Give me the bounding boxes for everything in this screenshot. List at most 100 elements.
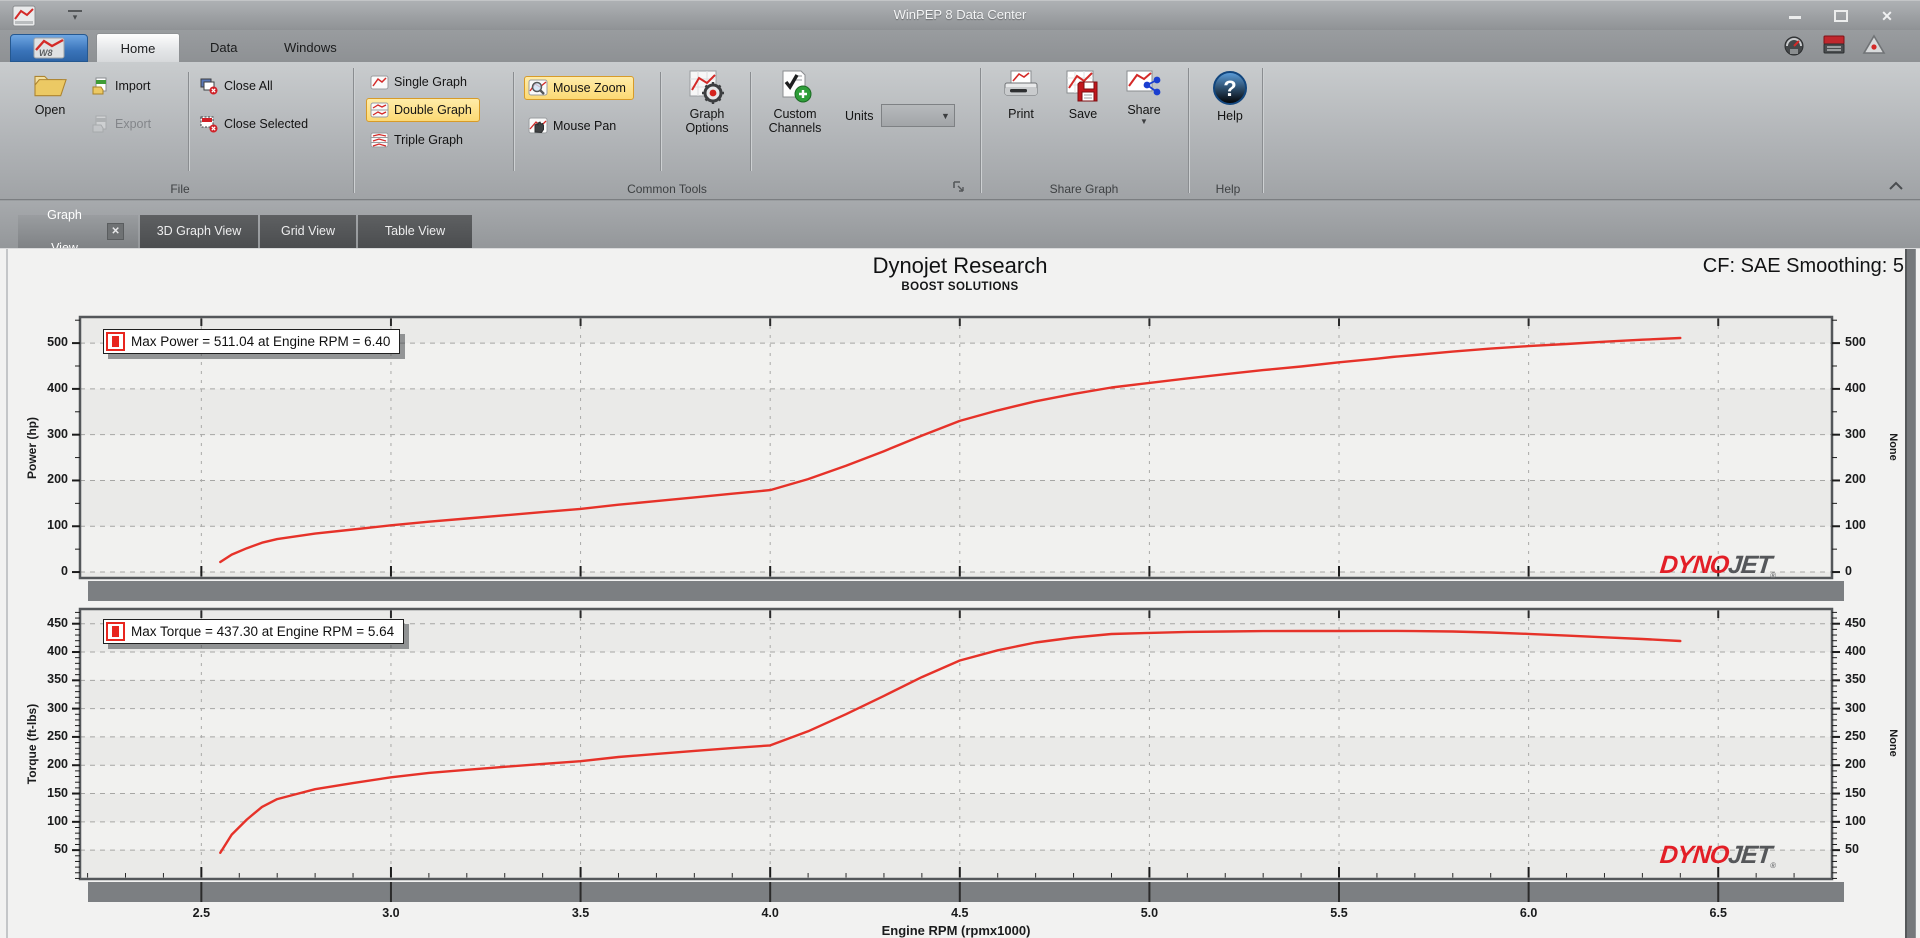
y-axis-tick-label-right: 400 <box>1845 644 1866 659</box>
close-all-label: Close All <box>224 79 273 93</box>
tab-3d-graph-view[interactable]: 3D Graph View <box>140 215 258 248</box>
x-axis-tick-label: 6.5 <box>1709 906 1727 920</box>
ribbon-group-separator <box>980 68 981 193</box>
mouse-pan-button[interactable]: Mouse Pan <box>528 114 616 138</box>
graph-options-label-2: Options <box>685 121 729 135</box>
power-chart-canvas[interactable] <box>70 315 1852 606</box>
save-icon <box>1066 70 1098 102</box>
file-group-label: File <box>170 182 190 196</box>
ribbon: Open Import Export Close All Close Selec… <box>0 62 1920 200</box>
print-icon <box>1004 70 1038 96</box>
close-all-button[interactable]: Close All <box>200 74 273 98</box>
custom-channels-icon <box>782 70 812 103</box>
export-button[interactable]: Export <box>92 112 151 136</box>
y-axis-tick-label-right: 300 <box>1845 700 1866 715</box>
dyno-device-icon[interactable] <box>1822 33 1846 57</box>
share-label: Share <box>1127 103 1161 117</box>
single-graph-button[interactable]: Single Graph <box>370 70 467 94</box>
open-button[interactable]: Open <box>20 70 80 117</box>
y-axis-tick-label-right: 500 <box>1845 335 1866 350</box>
export-csv-icon <box>92 115 107 133</box>
winpep-logo-icon: W8 <box>33 37 65 59</box>
y-axis-tick-label-right: 350 <box>1845 672 1866 687</box>
y-axis-tick-label: 0 <box>61 564 68 579</box>
common-tools-group-label: Common Tools <box>627 182 707 196</box>
mouse-zoom-label: Mouse Zoom <box>553 81 626 95</box>
x-axis-tick-label: 5.0 <box>1140 906 1159 920</box>
ribbon-separator <box>660 72 661 171</box>
y-axis-tick-label: 350 <box>47 672 68 687</box>
minimize-button[interactable] <box>1780 6 1810 26</box>
close-selected-icon <box>200 116 218 133</box>
y-axis-tick-label-right: 100 <box>1845 518 1866 533</box>
y-axis-tick-label: 300 <box>47 426 68 441</box>
double-graph-icon <box>370 102 389 118</box>
graph-title: Dynojet Research <box>872 253 1048 278</box>
mouse-zoom-icon <box>528 79 548 96</box>
window-title: WinPEP 8 Data Center <box>893 7 1027 22</box>
help-label: Help <box>1217 109 1243 123</box>
vertical-scrollbar[interactable] <box>1905 249 1916 938</box>
x-axis-tick-label: 6.0 <box>1519 906 1538 920</box>
graph-view-page: Dynojet Research BOOST SOLUTIONS CF: SAE… <box>0 248 1920 938</box>
y-axis-tick-label: 400 <box>47 380 68 395</box>
close-selected-button[interactable]: Close Selected <box>200 112 308 136</box>
application-menu-button[interactable]: W8 <box>10 34 88 62</box>
power-legend-swatch <box>106 332 125 351</box>
mouse-pan-icon <box>528 117 548 134</box>
collapse-ribbon-chevron-icon[interactable] <box>1888 180 1904 192</box>
ribbon-separator <box>513 72 514 171</box>
graph-options-button[interactable]: Graph Options <box>676 70 738 135</box>
torque-chart-canvas[interactable] <box>70 607 1852 907</box>
y-axis-tick-label: 300 <box>47 700 68 715</box>
mouse-zoom-button[interactable]: Mouse Zoom <box>524 76 634 100</box>
y-axis-tick-label: 100 <box>47 813 68 828</box>
units-dropdown[interactable]: ▼ <box>881 104 956 127</box>
custom-channels-button[interactable]: Custom Channels <box>762 70 828 135</box>
tab-grid-view[interactable]: Grid View <box>260 215 356 248</box>
double-graph-button[interactable]: Double Graph <box>366 98 480 122</box>
ribbon-group-separator <box>353 68 354 193</box>
y-axis-tick-label-right: 200 <box>1845 757 1866 772</box>
tab-graph-view[interactable]: Graph View ✕ <box>18 208 138 255</box>
maximize-button[interactable] <box>1826 6 1856 26</box>
print-label: Print <box>1008 107 1034 121</box>
import-csv-icon <box>92 77 107 95</box>
y-axis-tick-label-right: 400 <box>1845 380 1866 395</box>
tab-home[interactable]: Home <box>96 33 180 62</box>
save-button[interactable]: Save <box>1057 70 1109 121</box>
y-axis-tick-label-right: 0 <box>1845 564 1852 579</box>
warning-triangle-icon[interactable] <box>1862 33 1886 57</box>
y-axis-tick-label: 500 <box>47 335 68 350</box>
power-legend[interactable]: Max Power = 511.04 at Engine RPM = 6.40 <box>103 329 401 354</box>
x-axis-title: Engine RPM (rpmx1000) <box>881 923 1031 938</box>
share-button[interactable]: Share ▼ <box>1118 70 1170 126</box>
dynojet-logo: DYNOJET® <box>1658 551 1776 580</box>
tab-table-view[interactable]: Table View <box>358 215 472 248</box>
power-legend-text: Max Power = 511.04 at Engine RPM = 6.40 <box>131 334 391 349</box>
close-tab-icon[interactable]: ✕ <box>107 223 124 240</box>
close-button[interactable]: ✕ <box>1872 6 1902 26</box>
x-axis-tick-label: 5.5 <box>1330 906 1348 920</box>
print-button[interactable]: Print <box>995 70 1047 121</box>
units-field: Units ▼ <box>845 104 956 127</box>
graph-options-icon <box>689 70 724 104</box>
view-tab-bar: Graph View ✕ 3D Graph View Grid View Tab… <box>0 201 1920 255</box>
import-label: Import <box>115 79 151 93</box>
y-axis-tick-label-right: 100 <box>1845 813 1866 828</box>
import-button[interactable]: Import <box>92 74 150 98</box>
help-button[interactable]: ? Help <box>1204 70 1256 123</box>
gauge-icon[interactable] <box>1782 33 1806 57</box>
tab-windows[interactable]: Windows <box>266 33 355 62</box>
svg-text:W8: W8 <box>39 48 53 58</box>
y-axis-tick-label-right: 250 <box>1845 728 1866 743</box>
y-axis-tick-label: 200 <box>47 757 68 772</box>
y-axis-tick-label-right: 50 <box>1845 842 1859 857</box>
close-selected-label: Close Selected <box>224 117 309 131</box>
double-graph-label: Double Graph <box>394 103 472 117</box>
ribbon-group-separator <box>1262 68 1263 193</box>
torque-legend[interactable]: Max Torque = 437.30 at Engine RPM = 5.64 <box>103 619 405 644</box>
triple-graph-button[interactable]: Triple Graph <box>370 128 463 152</box>
ribbon-tab-row: W8 Home Data Windows <box>0 30 1920 62</box>
tab-data[interactable]: Data <box>192 33 255 62</box>
